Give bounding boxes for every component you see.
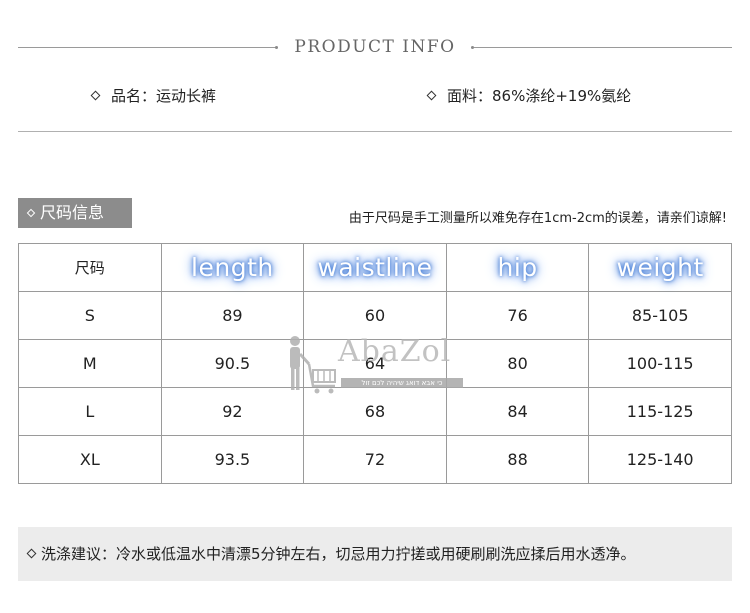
cell-waistline: 60	[303, 291, 447, 340]
watermark-brand: AbaZol	[338, 334, 452, 369]
cell-waistline: 72	[303, 435, 447, 484]
cell-weight: 85-105	[588, 291, 732, 340]
header-rule-right	[474, 47, 732, 48]
watermark-tagline: כי אבא דואג שיהיה לכם זול	[341, 378, 463, 388]
header-hip-label: hip	[497, 253, 538, 282]
care-text: 洗涤建议：冷水或低温水中清漂5分钟左右，切忌用力拧搓或用硬刷刷洗应揉后用水透净。	[41, 545, 636, 563]
cell-hip: 88	[445, 435, 590, 484]
diamond-bullet-icon	[26, 208, 36, 218]
table-row: S 89 60 76 85-105	[18, 291, 732, 340]
diamond-bullet-icon	[426, 90, 437, 101]
cell-size: S	[18, 291, 162, 340]
cell-hip: 76	[445, 291, 590, 340]
header-length: length	[160, 243, 305, 292]
header-length-label: length	[191, 253, 274, 282]
size-info-tag-label: 尺码信息	[40, 203, 105, 222]
product-name: 品名：运动长裤	[90, 85, 217, 106]
header-size-label: 尺码	[74, 259, 105, 277]
care-instructions: 洗涤建议：冷水或低温水中清漂5分钟左右，切忌用力拧搓或用硬刷刷洗应揉后用水透净。	[18, 527, 732, 581]
cell-size: XL	[18, 435, 162, 484]
product-fabric: 面料：86%涤纶+19%氨纶	[426, 85, 632, 106]
header-weight: weight	[588, 243, 732, 292]
product-fabric-text: 面料：86%涤纶+19%氨纶	[447, 87, 632, 105]
table-row: XL 93.5 72 88 125-140	[18, 435, 732, 484]
diamond-bullet-icon	[90, 90, 101, 101]
header-size: 尺码	[18, 243, 162, 292]
cell-length: 89	[160, 291, 305, 340]
size-info-tag: 尺码信息	[18, 198, 132, 228]
cell-size: M	[18, 339, 162, 388]
table-header-row: 尺码 length waistline hip weight	[18, 243, 732, 292]
watermark: AbaZol כי אבא דואג שיהיה לכם זול	[283, 334, 473, 396]
cell-length: 93.5	[160, 435, 305, 484]
diamond-bullet-icon	[26, 548, 37, 559]
shopper-cart-icon	[290, 336, 336, 394]
header-waistline: waistline	[303, 243, 447, 292]
header-weight-label: weight	[616, 253, 704, 282]
cell-weight: 100-115	[588, 339, 732, 388]
cell-size: L	[18, 387, 162, 436]
header-hip: hip	[445, 243, 590, 292]
product-name-text: 品名：运动长裤	[111, 87, 217, 105]
cell-weight: 125-140	[588, 435, 732, 484]
cell-weight: 115-125	[588, 387, 732, 436]
header-waistline-label: waistline	[317, 253, 433, 282]
size-note: 由于尺码是手工测量所以难免存在1cm-2cm的误差，请亲们谅解!	[348, 211, 727, 226]
info-divider	[18, 131, 732, 132]
